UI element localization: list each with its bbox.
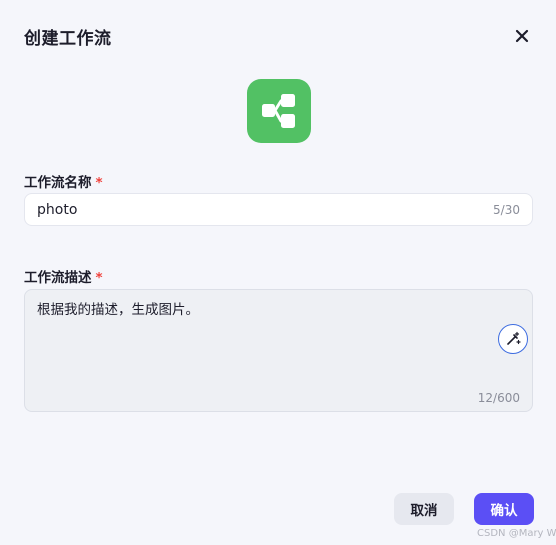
dialog-title: 创建工作流	[24, 29, 112, 49]
create-workflow-dialog: 创建工作流 工作流名称* 5/30 工作流描述* 根据我的描述，生成图片。	[0, 0, 556, 545]
desc-textarea-wrapper: 根据我的描述，生成图片。 12/600	[24, 289, 533, 412]
workflow-description-textarea[interactable]: 根据我的描述，生成图片。	[37, 298, 487, 378]
workflow-icon	[262, 94, 295, 128]
workflow-logo	[247, 79, 311, 143]
desc-char-counter: 12/600	[477, 391, 520, 405]
required-mark: *	[95, 175, 103, 191]
cancel-button[interactable]: 取消	[394, 493, 454, 525]
desc-field-label: 工作流描述 *	[24, 266, 103, 286]
required-mark: *	[95, 270, 103, 286]
watermark: CSDN @Mary W	[477, 528, 556, 539]
confirm-button[interactable]: 确认	[474, 493, 534, 525]
close-button[interactable]	[510, 24, 534, 48]
name-char-counter: 5/30	[493, 203, 520, 217]
magic-wand-icon	[507, 331, 521, 345]
desc-label-text: 工作流描述	[24, 270, 92, 286]
ai-generate-button[interactable]	[498, 324, 528, 354]
close-icon	[515, 29, 529, 43]
name-label-text: 工作流名称	[24, 175, 92, 191]
name-input-wrapper: 5/30	[24, 193, 533, 226]
workflow-name-input[interactable]	[37, 194, 457, 225]
name-field-label: 工作流名称 *	[24, 171, 103, 191]
